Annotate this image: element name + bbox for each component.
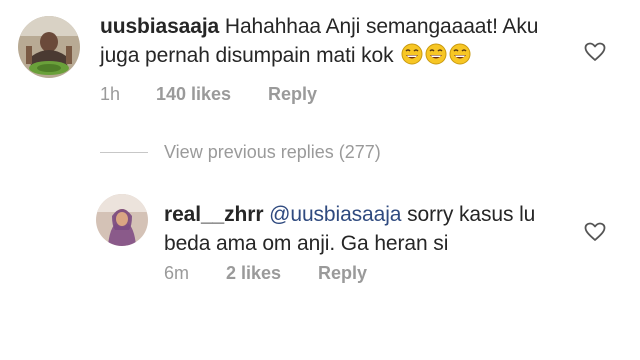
- heart-outline-icon[interactable]: [584, 222, 606, 242]
- comment-likes[interactable]: 140 likes: [156, 84, 231, 105]
- comments-thread: uusbiasaaja Hahahhaa Anji semangaaaat! A…: [0, 0, 640, 360]
- comment-timestamp: 1h: [100, 84, 121, 104]
- reply-likes[interactable]: 2 likes: [226, 263, 281, 284]
- reply-line-2: beda ama om anji. Ga heran si: [164, 229, 574, 258]
- comment-body: uusbiasaaja Hahahhaa Anji semangaaaat! A…: [100, 12, 570, 73]
- reply-meta: 6m 2 likes Reply: [164, 263, 424, 285]
- comment-username[interactable]: uusbiasaaja: [100, 15, 219, 38]
- comment-meta: 1h 140 likes Reply: [100, 84, 400, 106]
- reply-button[interactable]: Reply: [268, 84, 317, 105]
- view-previous-replies-link[interactable]: View previous replies (277): [164, 142, 381, 163]
- reply-timestamp: 6m: [164, 263, 190, 283]
- reply-text-line-2: beda ama om anji. Ga heran si: [164, 232, 449, 255]
- grinning-tears-icon: [401, 43, 423, 73]
- reply-line-1: real__zhrr @uusbiasaaja sorry kasus lu: [164, 200, 574, 229]
- grinning-tears-icon: [449, 43, 471, 73]
- comment-line-1: uusbiasaaja Hahahhaa Anji semangaaaat! A…: [100, 12, 570, 41]
- reply-mention[interactable]: @uusbiasaaja: [269, 203, 401, 226]
- comment-text-line-1: Hahahhaa Anji semangaaaat! Aku: [224, 15, 539, 38]
- replies-divider: [100, 152, 148, 153]
- heart-outline-icon[interactable]: [584, 42, 606, 62]
- reply-text-line-1: sorry kasus lu: [401, 203, 536, 226]
- avatar-real-zhrr[interactable]: [96, 194, 148, 246]
- grinning-tears-icon: [425, 43, 447, 73]
- avatar-uusbiasaaja[interactable]: [18, 16, 80, 78]
- comment-text-line-2: juga pernah disumpain mati kok: [100, 44, 394, 67]
- reply-body: real__zhrr @uusbiasaaja sorry kasus lu b…: [164, 200, 574, 258]
- reply-username[interactable]: real__zhrr: [164, 203, 264, 226]
- comment-line-2: juga pernah disumpain mati kok: [100, 41, 570, 73]
- reply-button[interactable]: Reply: [318, 263, 367, 284]
